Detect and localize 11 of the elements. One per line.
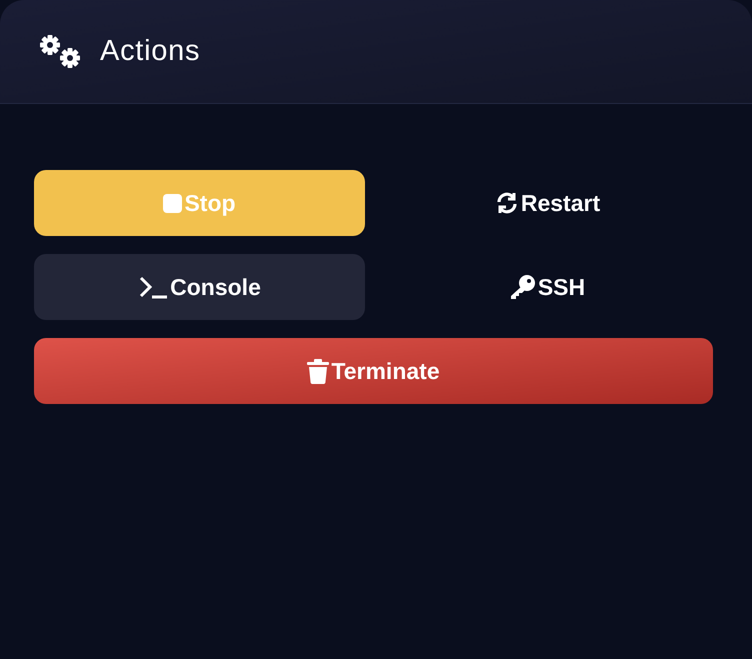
panel-title: Actions xyxy=(100,34,200,69)
action-button[interactable]: Terminate xyxy=(34,338,713,404)
terminal-icon xyxy=(138,275,168,299)
action-button[interactable]: Console xyxy=(34,254,365,320)
refresh-icon xyxy=(494,191,519,215)
action-button[interactable]: Restart xyxy=(382,170,713,236)
trash-icon xyxy=(307,358,330,384)
stop-icon xyxy=(163,194,182,212)
key-icon xyxy=(510,274,536,300)
gears-icon xyxy=(40,34,82,68)
action-button[interactable]: SSH xyxy=(382,254,713,320)
